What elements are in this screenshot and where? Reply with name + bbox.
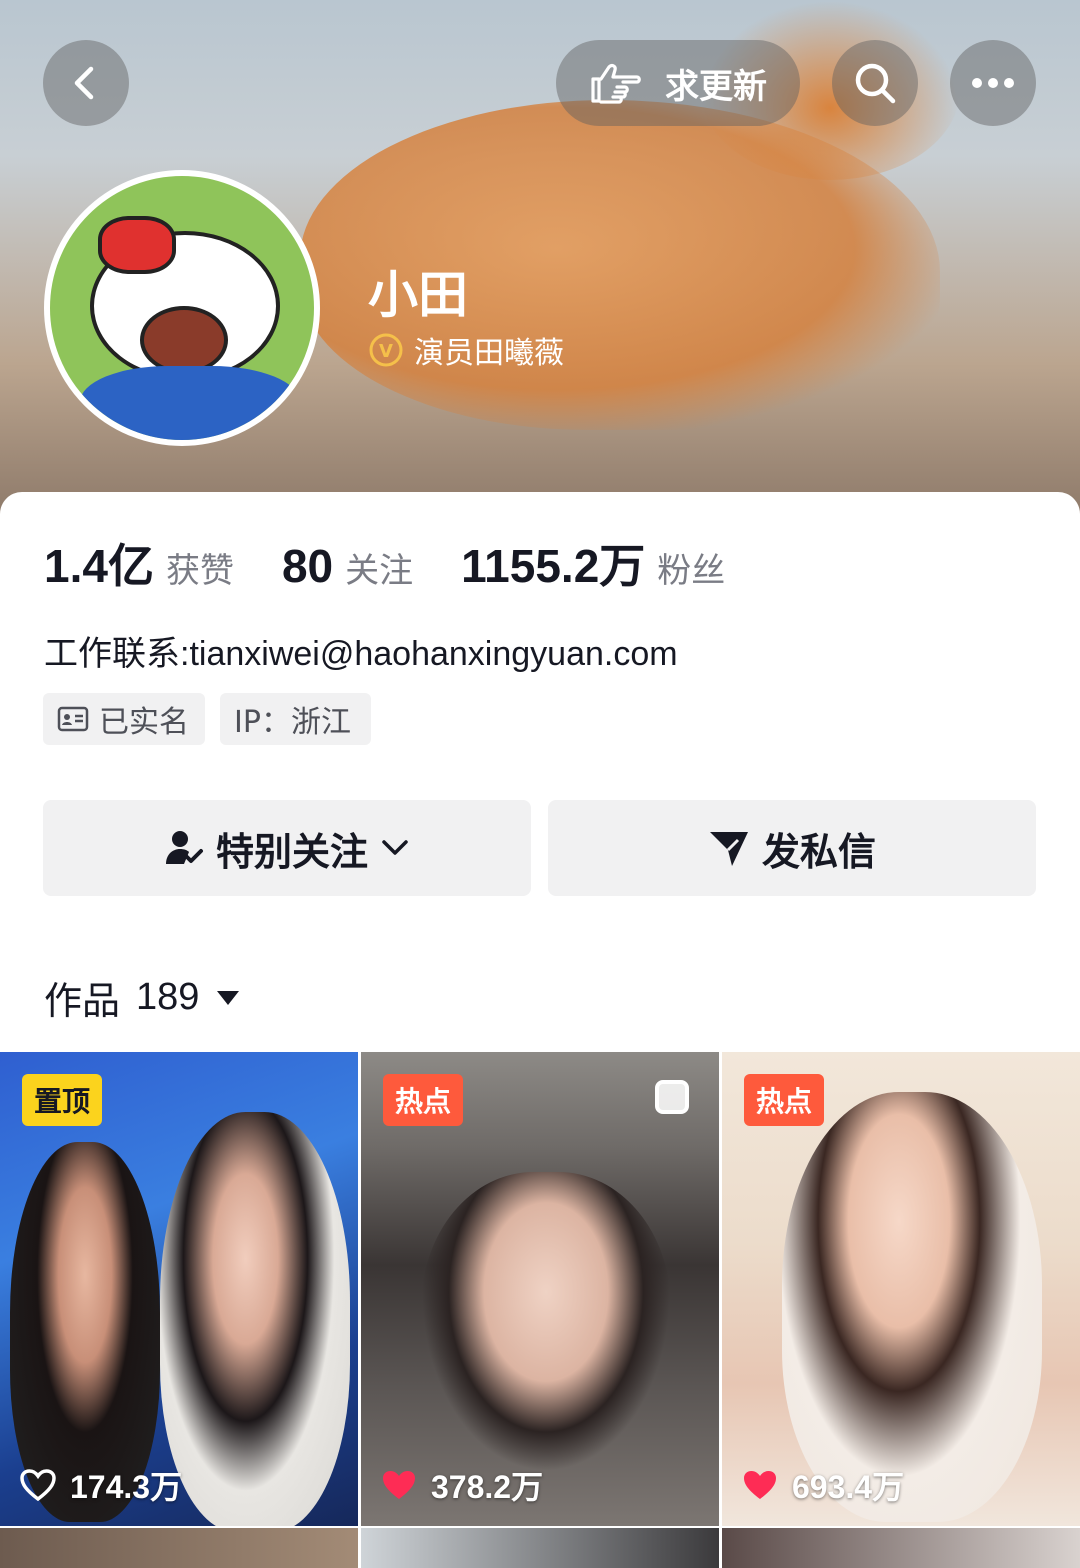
caret-down-icon <box>217 990 240 1005</box>
avatar-kitty-bow <box>98 216 176 274</box>
back-button[interactable] <box>43 40 129 126</box>
send-message-button[interactable]: 发私信 <box>548 800 1036 896</box>
ip-label: IP：浙江 <box>234 705 351 740</box>
heart-outline-icon <box>20 1469 56 1501</box>
video-likes: 378.2万 <box>381 1462 543 1508</box>
multi-image-icon <box>655 1080 689 1114</box>
works-tab[interactable]: 作品 189 <box>44 970 241 1025</box>
heart-filled-icon <box>383 1471 415 1499</box>
hot-badge: 热点 <box>744 1074 825 1126</box>
avatar[interactable] <box>44 170 320 446</box>
more-button[interactable] <box>950 40 1036 126</box>
hot-badge: 热点 <box>383 1074 464 1126</box>
verified-badge-letter: V <box>379 341 393 362</box>
more-dots-icon <box>972 78 1014 88</box>
avatar-kitty-tongue <box>140 306 228 374</box>
verified-title: 演员田曦薇 <box>414 336 564 371</box>
user-check-icon <box>165 831 203 864</box>
video-likes: 693.4万 <box>742 1462 904 1508</box>
following-count[interactable]: 80 <box>282 539 333 593</box>
realname-label: 已实名 <box>99 705 189 740</box>
video-thumbnail-2[interactable]: 热点 378.2万 <box>361 1052 719 1526</box>
works-label: 作品 <box>44 979 121 1023</box>
following-label[interactable]: 关注 <box>345 543 413 592</box>
works-count: 189 <box>136 976 200 1018</box>
profile-bio: 工作联系:tianxiwei@haohanxingyuan.com <box>44 635 678 673</box>
avatar-kitty-body <box>80 366 300 440</box>
chevron-left-icon <box>74 66 94 100</box>
request-update-button[interactable]: 求更新 <box>556 40 800 126</box>
video-thumbnail-5[interactable] <box>361 1528 719 1568</box>
send-message-label: 发私信 <box>761 829 876 874</box>
paper-plane-icon <box>709 832 748 866</box>
thumbnail-person <box>421 1172 671 1472</box>
hand-pointing-icon <box>591 63 641 104</box>
likes-label: 获赞 <box>165 551 234 591</box>
thumbnail-person <box>160 1112 350 1526</box>
video-thumbnail-1[interactable]: 置顶 174.3万 <box>0 1052 358 1526</box>
verified-badge-icon: V <box>369 333 403 367</box>
likes-count-3: 693.4万 <box>792 1469 905 1505</box>
request-update-label: 求更新 <box>665 66 767 107</box>
realname-tag: 已实名 <box>43 693 205 745</box>
likes-count-2: 378.2万 <box>431 1469 544 1505</box>
video-thumbnail-6[interactable] <box>722 1528 1080 1568</box>
followers-label[interactable]: 粉丝 <box>657 543 725 592</box>
chevron-down-icon <box>382 840 408 855</box>
pinned-badge: 置顶 <box>22 1074 103 1126</box>
likes-count: 1.4亿 <box>44 540 154 592</box>
ip-tag: IP：浙江 <box>220 693 371 745</box>
profile-stats: 1.4亿 获赞 80 关注 1155.2万 粉丝 <box>44 530 773 596</box>
thumbnail-person <box>782 1092 1042 1522</box>
special-follow-button[interactable]: 特别关注 <box>43 800 531 896</box>
followers-count[interactable]: 1155.2万 <box>461 530 645 596</box>
video-likes: 174.3万 <box>20 1462 182 1508</box>
special-follow-label: 特别关注 <box>215 829 368 874</box>
heart-filled-icon <box>744 1471 776 1499</box>
search-button[interactable] <box>832 40 918 126</box>
profile-name: 小田 <box>368 266 468 324</box>
video-thumbnail-4[interactable] <box>0 1528 358 1568</box>
verification-label: V 演员田曦薇 <box>368 328 564 372</box>
video-thumbnail-3[interactable]: 热点 693.4万 <box>722 1052 1080 1526</box>
search-icon <box>855 63 896 104</box>
likes-count-1: 174.3万 <box>70 1469 183 1505</box>
id-card-icon <box>57 706 89 732</box>
